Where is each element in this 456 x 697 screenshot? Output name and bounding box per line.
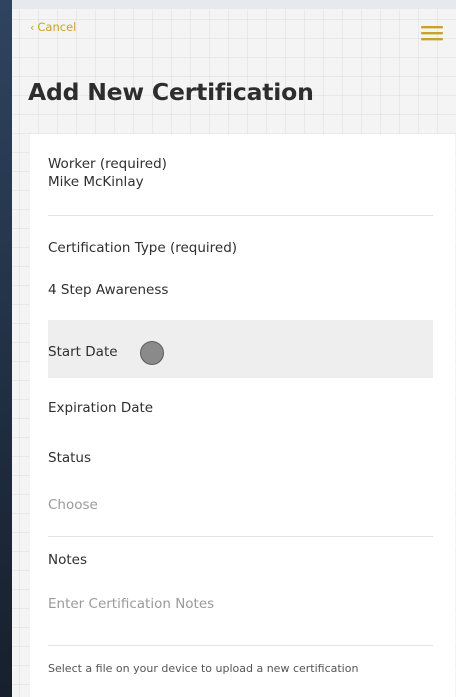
divider: [48, 215, 433, 216]
certification-type-field[interactable]: 4 Step Awareness: [48, 282, 168, 298]
divider: [48, 536, 433, 537]
page-title: Add New Certification: [28, 78, 314, 106]
cancel-label: Cancel: [37, 20, 77, 34]
certification-form: Worker (required) Mike McKinlay Certific…: [30, 134, 455, 697]
status-label: Status: [48, 450, 92, 466]
certification-type-label: Certification Type (required): [48, 240, 238, 256]
chevron-left-icon: ‹: [30, 20, 35, 34]
touch-cursor: [140, 341, 164, 365]
cancel-link[interactable]: ‹ Cancel: [30, 20, 76, 34]
start-date-label: Start Date: [48, 344, 118, 360]
worker-field[interactable]: Mike McKinlay: [48, 174, 144, 190]
worker-label: Worker (required): [48, 156, 167, 172]
top-strip: [0, 0, 456, 9]
notes-label: Notes: [48, 552, 87, 568]
window-left-edge: [0, 0, 12, 697]
upload-hint: Select a file on your device to upload a…: [48, 662, 359, 675]
divider: [48, 645, 433, 646]
status-select[interactable]: Choose: [48, 497, 98, 513]
expiration-date-field[interactable]: Expiration Date: [48, 400, 153, 416]
hamburger-menu-icon[interactable]: [420, 24, 444, 42]
notes-input[interactable]: Enter Certification Notes: [48, 596, 214, 612]
